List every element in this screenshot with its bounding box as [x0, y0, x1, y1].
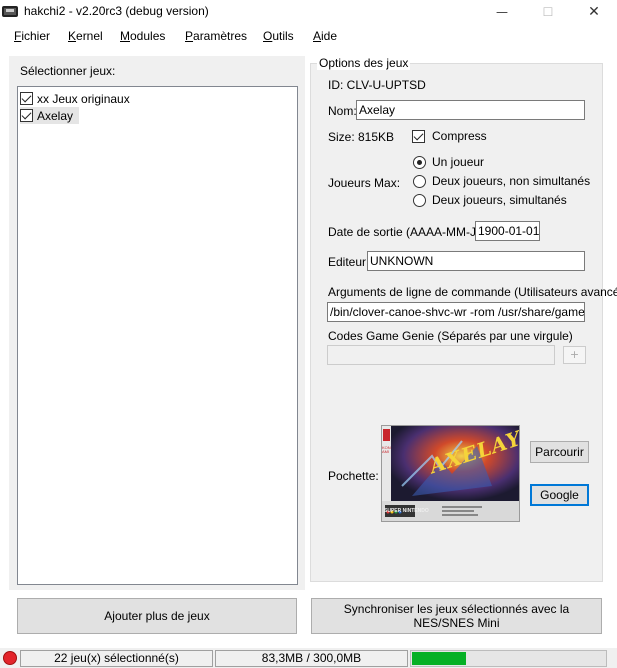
cover-image[interactable]: AXELAY KONAMI SUPER NINTENDO — [381, 425, 520, 522]
storage-usage: 83,3MB / 300,0MB — [215, 650, 408, 667]
menu-fichier-label: ichier — [21, 29, 51, 43]
publisher-input[interactable]: UNKNOWN — [367, 251, 585, 271]
args-label: Arguments de ligne de commande (Utilisat… — [328, 285, 617, 299]
release-date-label: Date de sortie (AAAA-MM-JJ): — [328, 225, 490, 239]
menu-outils-label: utils — [272, 29, 294, 43]
close-button[interactable]: ✕ — [571, 0, 617, 24]
menu-kernel[interactable]: Kernel — [68, 29, 103, 43]
browse-button[interactable]: Parcourir — [530, 441, 589, 463]
name-label: Nom: — [328, 104, 357, 118]
menu-modules[interactable]: Modules — [120, 29, 165, 43]
radio-label: Deux joueurs, simultanés — [432, 193, 567, 207]
size-text: Size: 815KB — [328, 130, 395, 144]
window-title: hakchi2 - v2.20rc3 (debug version) — [24, 4, 209, 18]
cover-label: Pochette: — [328, 469, 379, 483]
players-label: Joueurs Max: — [328, 176, 401, 190]
compress-checkbox-box[interactable] — [412, 129, 425, 143]
sync-button[interactable]: Synchroniser les jeux sélectionnés avec … — [311, 598, 602, 634]
radio-label: Un joueur — [432, 155, 485, 169]
players-radio-two-simultaneous[interactable]: Deux joueurs, simultanés — [413, 193, 567, 207]
menu-modules-accesskey: M — [120, 29, 130, 43]
menu-outils[interactable]: Outils — [263, 29, 294, 43]
menu-aide-accesskey: A — [313, 29, 322, 43]
radio-label: Deux joueurs, non simultanés — [432, 174, 591, 188]
compress-label: Compress — [432, 129, 487, 143]
status-indicator-icon — [3, 651, 17, 665]
menu-parametres-label: aramètres — [193, 29, 248, 43]
list-item[interactable]: Axelay — [20, 107, 80, 124]
menu-bar: Fichier Kernel Modules Paramètres Outils… — [0, 26, 617, 46]
game-checkbox[interactable] — [20, 109, 33, 122]
games-list[interactable]: xx Jeux originaux Axelay — [17, 86, 298, 585]
menu-modules-label: odules — [130, 29, 166, 43]
storage-progress — [410, 650, 607, 667]
compress-checkbox[interactable]: Compress — [412, 129, 487, 143]
radio-button[interactable] — [413, 193, 426, 207]
menu-fichier[interactable]: Fichier — [14, 29, 50, 43]
add-games-button[interactable]: Ajouter plus de jeux — [17, 598, 297, 634]
name-input[interactable]: Axelay — [356, 100, 585, 120]
list-item[interactable]: xx Jeux originaux — [20, 90, 130, 107]
app-icon — [2, 6, 18, 17]
genie-input[interactable] — [327, 345, 555, 365]
game-checkbox[interactable] — [20, 92, 33, 105]
radio-button[interactable] — [413, 155, 426, 169]
menu-aide-label: ide — [321, 29, 338, 43]
radio-button[interactable] — [413, 174, 426, 188]
release-date-input[interactable]: 1900-01-01 — [475, 221, 540, 241]
publisher-label: Editeur: — [328, 255, 370, 269]
cover-console-brand: SUPER NINTENDO — [384, 508, 429, 514]
menu-kernel-label: ernel — [76, 29, 103, 43]
menu-parametres[interactable]: Paramètres — [185, 29, 247, 43]
games-list-label: Sélectionner jeux: — [20, 64, 116, 78]
game-label: xx Jeux originaux — [37, 91, 130, 106]
args-input[interactable]: /bin/clover-canoe-shvc-wr -rom /usr/shar… — [327, 302, 585, 322]
game-id: ID: CLV-U-UPTSD — [328, 78, 426, 92]
game-label: Axelay — [37, 108, 74, 123]
menu-kernel-accesskey: K — [68, 29, 77, 43]
genie-label: Codes Game Genie (Séparés par une virgul… — [328, 329, 573, 343]
storage-progress-fill — [412, 652, 466, 665]
players-radio-one[interactable]: Un joueur — [413, 155, 484, 169]
maximize-button[interactable]: ☐ — [525, 0, 571, 24]
konami-logo-icon — [383, 429, 390, 441]
google-button[interactable]: Google — [530, 484, 589, 506]
menu-parametres-accesskey: P — [185, 29, 194, 43]
players-radio-two-alternating[interactable]: Deux joueurs, non simultanés — [413, 174, 590, 188]
selected-count: 22 jeu(x) sélectionné(s) — [20, 650, 213, 667]
game-options-legend: Options des jeux — [317, 56, 411, 70]
genie-add-button[interactable]: + — [563, 346, 586, 364]
menu-aide[interactable]: Aide — [313, 29, 337, 43]
title-bar: hakchi2 - v2.20rc3 (debug version) — ☐ ✕ — [0, 0, 617, 24]
cover-publisher-logo: KONAMI — [382, 445, 391, 454]
menu-outils-accesskey: O — [263, 29, 273, 43]
minimize-button[interactable]: — — [479, 0, 525, 24]
